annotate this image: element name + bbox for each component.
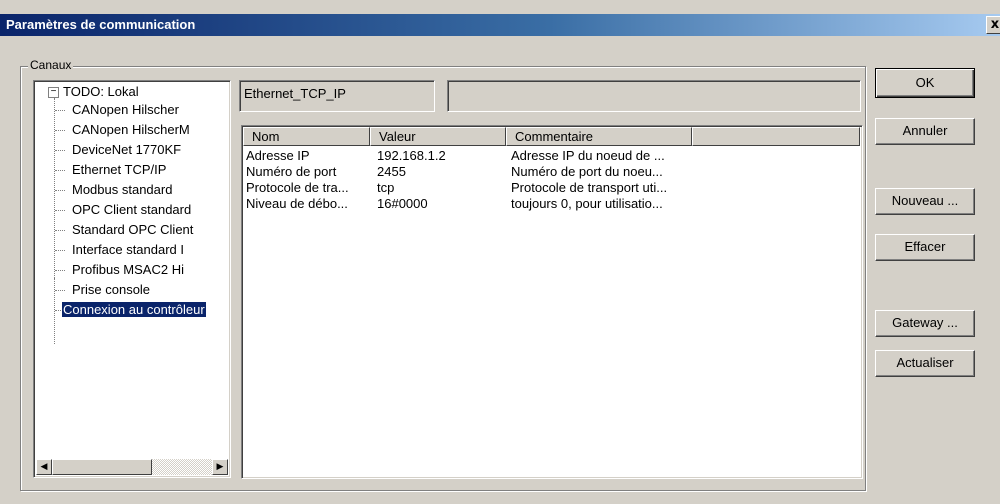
tree-connector — [55, 150, 65, 151]
column-header-empty — [692, 127, 860, 146]
tree-connector — [55, 270, 65, 271]
cell-value: 192.168.1.2 — [377, 148, 446, 163]
tree-item-label: CANopen Hilscher — [72, 102, 179, 117]
tree-connector — [54, 98, 55, 278]
tree-item-modbus[interactable]: Modbus standard — [72, 181, 172, 199]
tree-connector — [55, 230, 65, 231]
cell-name: Niveau de débo... — [246, 196, 348, 211]
cell-comment: toujours 0, pour utilisatio... — [511, 196, 663, 211]
tree-item-label: DeviceNet 1770KF — [72, 142, 182, 157]
tree-item-canopen-hilscherm[interactable]: CANopen HilscherM — [72, 121, 190, 139]
scroll-right-icon[interactable]: ▶ — [212, 459, 228, 475]
scrollbar-thumb[interactable] — [52, 459, 152, 475]
tree-item-prise-console[interactable]: Prise console — [72, 281, 150, 299]
cell-value: 16#0000 — [377, 196, 428, 211]
new-button[interactable]: Nouveau ... — [875, 188, 975, 215]
tree-item-controller-connection[interactable]: Connexion au contrôleur — [62, 301, 206, 319]
tree-item-label: Prise console — [72, 282, 151, 297]
tree-root-node[interactable]: − TODO: Lokal — [48, 83, 139, 101]
tree-item-canopen-hilscher[interactable]: CANopen Hilscher — [72, 101, 179, 119]
tree-item-label: Connexion au contrôleur — [62, 302, 206, 317]
tree-item-devicenet[interactable]: DeviceNet 1770KF — [72, 141, 181, 159]
tree-root-label: TODO: Lokal — [63, 84, 139, 99]
tree-item-opc-client-standard[interactable]: OPC Client standard — [72, 201, 191, 219]
connection-name-field[interactable]: Ethernet_TCP_IP — [239, 80, 435, 112]
channel-tree-content: − TODO: Lokal CANopen Hilscher CANopen Hi… — [34, 81, 230, 459]
tree-item-label: Modbus standard — [72, 182, 173, 197]
refresh-button[interactable]: Actualiser — [875, 350, 975, 377]
channel-tree[interactable]: − TODO: Lokal CANopen Hilscher CANopen Hi… — [33, 80, 231, 478]
tree-item-label: Ethernet TCP/IP — [72, 162, 167, 177]
tree-item-ethernet-tcpip[interactable]: Ethernet TCP/IP — [72, 161, 166, 179]
cell-comment: Protocole de transport uti... — [511, 180, 668, 195]
connection-info-field — [447, 80, 861, 112]
tree-item-label: Standard OPC Client — [72, 222, 194, 237]
tree-connector — [55, 110, 65, 111]
tree-item-interface-standard[interactable]: Interface standard I — [72, 241, 184, 259]
collapse-icon[interactable]: − — [48, 87, 59, 99]
cell-value: 2455 — [377, 164, 406, 179]
cell-name: Numéro de port — [246, 164, 337, 179]
tree-item-label: Interface standard I — [72, 242, 185, 257]
tree-connector — [55, 290, 65, 291]
column-header-comment[interactable]: Commentaire — [506, 127, 692, 146]
tree-connector — [55, 190, 65, 191]
close-button[interactable]: x — [986, 16, 1000, 34]
column-header-name[interactable]: Nom — [243, 127, 370, 146]
title-bar[interactable]: Paramètres de communication x — [0, 14, 1000, 36]
tree-item-label: CANopen HilscherM — [72, 122, 190, 137]
ok-button[interactable]: OK — [875, 68, 975, 98]
tree-connector — [54, 278, 55, 344]
tree-connector — [55, 250, 65, 251]
scroll-left-icon[interactable]: ◀ — [36, 459, 52, 475]
cancel-button[interactable]: Annuler — [875, 118, 975, 145]
column-header-value[interactable]: Valeur — [370, 127, 506, 146]
cell-name: Adresse IP — [246, 148, 310, 163]
channels-group-label: Canaux — [28, 58, 74, 72]
tree-horizontal-scrollbar[interactable]: ◀ ▶ — [36, 459, 228, 475]
tree-item-label: Profibus MSAC2 Hi — [72, 262, 184, 277]
cell-name: Protocole de tra... — [246, 180, 349, 195]
cell-value: tcp — [377, 180, 395, 195]
tree-connector — [55, 170, 65, 171]
window-title: Paramètres de communication — [6, 17, 196, 32]
cell-comment: Numéro de port du noeu... — [511, 164, 663, 179]
tree-item-profibus[interactable]: Profibus MSAC2 Hi — [72, 261, 184, 279]
gateway-button[interactable]: Gateway ... — [875, 310, 975, 337]
tree-connector — [55, 210, 65, 211]
communication-settings-dialog: Paramètres de communication x Canaux − TO… — [0, 0, 1000, 504]
cell-comment: Adresse IP du noeud de ... — [511, 148, 665, 163]
tree-connector — [55, 130, 65, 131]
tree-item-standard-opc-client[interactable]: Standard OPC Client — [72, 221, 193, 239]
delete-button[interactable]: Effacer — [875, 234, 975, 261]
tree-item-label: OPC Client standard — [72, 202, 192, 217]
parameters-table[interactable]: Nom Valeur Commentaire Adresse IP 192.16… — [241, 125, 863, 479]
